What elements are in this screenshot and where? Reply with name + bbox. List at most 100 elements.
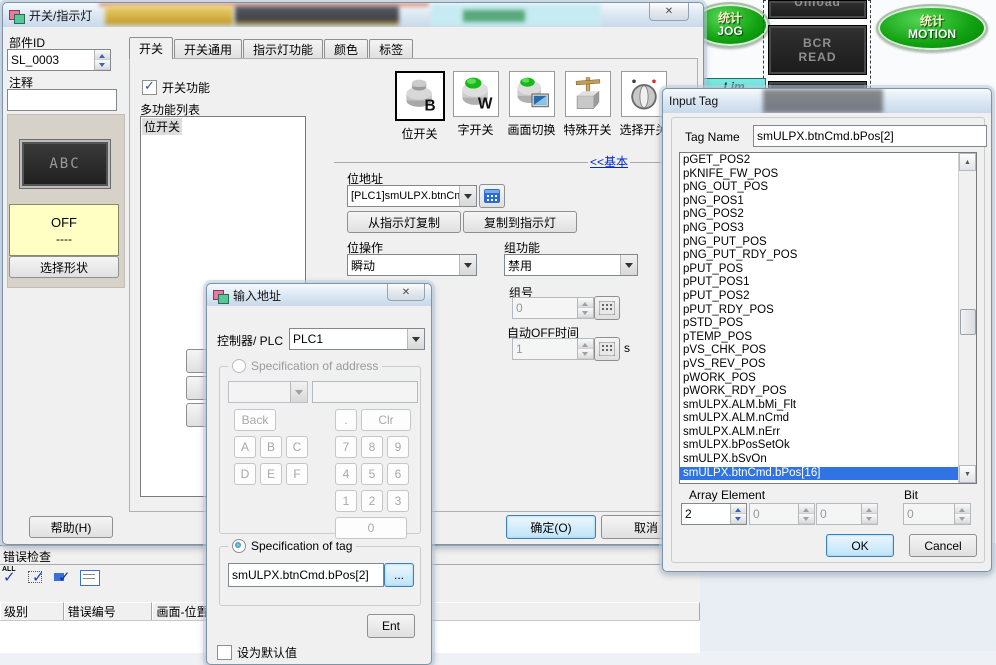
tag-list-item[interactable]: smULPX.bSvOn	[680, 453, 959, 467]
tag-list-item[interactable]: smULPX.ALM.nCmd	[680, 412, 959, 426]
tag-list-item[interactable]: pWORK_POS	[680, 372, 959, 386]
tag-list-item[interactable]: pNG_OUT_POS	[680, 181, 959, 195]
key-3[interactable]: 3	[387, 490, 409, 512]
tag-value-field[interactable]: smULPX.btnCmd.bPos[2]	[228, 563, 384, 587]
switch-preview[interactable]: ABC	[19, 139, 111, 189]
multifunction-list-item[interactable]: 位开关	[142, 118, 182, 135]
ok-button[interactable]: 确定(O)	[506, 515, 596, 539]
device-plc-combo[interactable]: PLC1	[289, 328, 425, 350]
check-all-icon[interactable]: ALL ✓	[2, 569, 22, 587]
auto-off-keypad-button[interactable]	[594, 337, 620, 361]
scrollbar-thumb[interactable]	[960, 309, 976, 335]
state-preview-box[interactable]: OFF ----	[9, 204, 119, 256]
tag-list-item[interactable]: smULPX.ALM.bMi_Flt	[680, 399, 959, 413]
close-icon[interactable]: ✕	[649, 3, 689, 21]
switch-type-screen[interactable]: 画面切换	[504, 71, 559, 142]
switch-type-special[interactable]: 特殊开关	[560, 71, 615, 142]
bit-action-combo[interactable]: 瞬动	[347, 254, 477, 276]
bit-spinner[interactable]: 0	[903, 503, 971, 525]
error-column-header[interactable]: 级别	[0, 602, 64, 621]
set-default-checkbox[interactable]	[217, 645, 232, 660]
key-E[interactable]: E	[260, 463, 282, 485]
tag-list-item[interactable]: pPUT_RDY_POS	[680, 304, 959, 318]
key-4[interactable]: 4	[335, 463, 357, 485]
tag-list-scrollbar[interactable]: ▲ ▼	[958, 153, 976, 483]
input-address-titlebar[interactable]: 输入地址 ✕	[207, 284, 431, 306]
check-screen-icon[interactable]: ✓	[28, 569, 48, 587]
ent-button[interactable]: Ent	[367, 614, 415, 638]
key-Back[interactable]: Back	[234, 409, 276, 431]
key-7[interactable]: 7	[335, 436, 357, 458]
cancel-button[interactable]: Cancel	[909, 534, 977, 557]
set-default-row[interactable]: 设为默认值	[217, 644, 297, 661]
select-shape-button[interactable]: 选择形状	[9, 256, 119, 278]
hmi-unload-button[interactable]: Unload	[768, 0, 867, 19]
tag-list-item[interactable]: pKNIFE_FW_POS	[680, 168, 959, 182]
hmi-bcr-read-button[interactable]: BCR READ	[768, 25, 867, 75]
hmi-motion-button[interactable]: 统计 MOTION	[876, 4, 988, 52]
tag-spec-radio[interactable]	[232, 539, 246, 553]
key-C[interactable]: C	[286, 436, 308, 458]
input-tag-titlebar[interactable]: Input Tag	[663, 89, 991, 113]
tag-name-field[interactable]: smULPX.btnCmd.bPos[2]	[753, 125, 987, 147]
tag-list-item[interactable]: pGET_POS2	[680, 154, 959, 168]
group-no-keypad-button[interactable]	[594, 296, 620, 320]
switch-type-word[interactable]: W 字开关	[448, 71, 503, 142]
array-element-spinner-2[interactable]: 0	[749, 503, 815, 525]
scroll-up-icon[interactable]: ▲	[959, 153, 976, 171]
key-F[interactable]: F	[286, 463, 308, 485]
key-5[interactable]: 5	[361, 463, 383, 485]
tab-1[interactable]: 开关	[129, 37, 173, 59]
tag-list-item[interactable]: smULPX.ALM.nErr	[680, 426, 959, 440]
tag-list-item[interactable]: smULPX.bPosSetOk	[680, 439, 959, 453]
main-dialog-titlebar[interactable]: 开关/指示灯 ✕	[3, 3, 703, 27]
array-element-spinner-1[interactable]: 2	[681, 503, 747, 525]
key-B[interactable]: B	[260, 436, 282, 458]
scroll-down-icon[interactable]: ▼	[959, 465, 976, 483]
group-no-spinner[interactable]: 0	[512, 297, 594, 319]
copy-to-lamp-button[interactable]: 复制到指示灯	[463, 211, 577, 233]
address-type-combo[interactable]	[228, 381, 308, 403]
tab-4[interactable]: 颜色	[324, 39, 368, 59]
key-D[interactable]: D	[234, 463, 256, 485]
error-column-header[interactable]: 错误编号	[64, 602, 153, 621]
close-icon[interactable]: ✕	[387, 284, 425, 301]
key-1[interactable]: 1	[335, 490, 357, 512]
key-Clr[interactable]: Clr	[361, 409, 411, 431]
switch-type-bit[interactable]: B 位开关	[392, 71, 447, 142]
auto-off-spinner[interactable]: 1	[512, 338, 594, 360]
tag-list-item[interactable]: pPUT_POS2	[680, 290, 959, 304]
basic-link[interactable]: <<基本	[588, 153, 630, 170]
check-selected-icon[interactable]: ✓	[54, 569, 74, 587]
array-element-spinner-3[interactable]: 0	[816, 503, 878, 525]
tag-list-item[interactable]: pNG_PUT_RDY_POS	[680, 249, 959, 263]
tag-list-item[interactable]: pNG_PUT_POS	[680, 236, 959, 250]
tag-list-item[interactable]: pNG_POS1	[680, 195, 959, 209]
address-value-field[interactable]	[312, 381, 418, 403]
error-list-icon[interactable]	[80, 570, 100, 586]
ok-button[interactable]: OK	[826, 534, 894, 557]
keypad-popup-button[interactable]	[479, 184, 505, 208]
tab-2[interactable]: 开关通用	[174, 39, 242, 59]
switch-function-row[interactable]: 开关功能	[142, 79, 210, 96]
tab-5[interactable]: 标签	[369, 39, 413, 59]
address-spec-radio[interactable]	[232, 359, 246, 373]
part-id-field[interactable]: SL_0003	[7, 49, 111, 71]
help-button[interactable]: 帮助(H)	[29, 516, 113, 538]
group-function-combo[interactable]: 禁用	[504, 254, 638, 276]
tag-list-item[interactable]: pWORK_RDY_POS	[680, 385, 959, 399]
tag-list-item[interactable]: smULPX.btnCmd.bPos[16]	[680, 467, 959, 481]
tag-list-item[interactable]: pNG_POS3	[680, 222, 959, 236]
key-8[interactable]: 8	[361, 436, 383, 458]
key-2[interactable]: 2	[361, 490, 383, 512]
comment-field[interactable]	[7, 89, 117, 111]
tag-list-item[interactable]: pVS_REV_POS	[680, 358, 959, 372]
tag-list-item[interactable]: pSTD_POS	[680, 317, 959, 331]
tag-list-item[interactable]: pTEMP_POS	[680, 331, 959, 345]
bit-address-combo[interactable]: [PLC1]smULPX.btnCmd.b	[347, 185, 477, 207]
key-0[interactable]: 0	[335, 517, 407, 539]
tag-list-item[interactable]: pVS_CHK_POS	[680, 344, 959, 358]
tab-3[interactable]: 指示灯功能	[243, 39, 323, 59]
tag-list-item[interactable]: pNG_POS2	[680, 208, 959, 222]
tag-list-item[interactable]: pPUT_POS	[680, 263, 959, 277]
